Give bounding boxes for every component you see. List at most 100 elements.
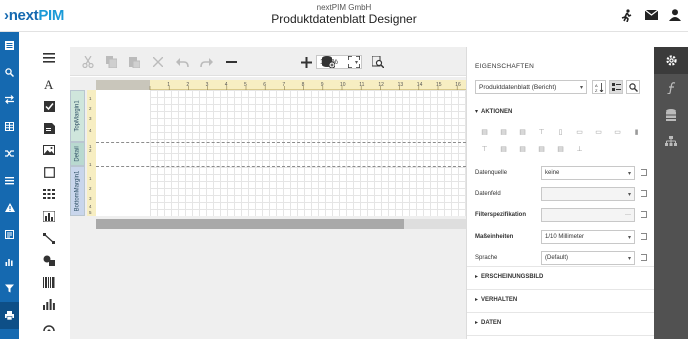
section-actions[interactable]: ▾ AKTIONEN bbox=[475, 108, 512, 115]
tool-shapes[interactable] bbox=[34, 249, 64, 271]
ruler-label: 6 bbox=[263, 82, 266, 88]
cut-button[interactable] bbox=[80, 54, 96, 70]
space-h-icon[interactable]: ▤ bbox=[494, 144, 513, 154]
sidebar-item-search[interactable] bbox=[0, 59, 19, 86]
ruler-label: 9 bbox=[321, 82, 324, 88]
sidebar-item-list[interactable] bbox=[0, 32, 19, 59]
tool-label[interactable]: A bbox=[34, 73, 64, 95]
size-width-icon[interactable]: ▭ bbox=[570, 127, 589, 137]
datasource-button[interactable] bbox=[320, 54, 336, 70]
rich-text-icon bbox=[43, 122, 55, 134]
search-icon bbox=[628, 82, 638, 92]
send-back-icon[interactable]: ⊥ bbox=[570, 144, 589, 154]
tool-table[interactable] bbox=[34, 183, 64, 205]
size-both-icon[interactable]: ▭ bbox=[608, 127, 627, 137]
sidebar-item-table[interactable] bbox=[0, 113, 19, 140]
undo-button[interactable] bbox=[174, 54, 190, 70]
warning-icon bbox=[4, 203, 15, 212]
center-h-icon[interactable]: ▤ bbox=[532, 144, 551, 154]
tool-barcode[interactable] bbox=[34, 271, 64, 293]
sidebar-item-chart[interactable] bbox=[0, 248, 19, 275]
tool-gauge[interactable] bbox=[34, 315, 64, 337]
paste-button[interactable] bbox=[126, 54, 142, 70]
delete-button[interactable] bbox=[150, 54, 166, 70]
redo-button[interactable] bbox=[198, 54, 214, 70]
chevron-right-icon: ▸ bbox=[475, 274, 479, 280]
band-detail[interactable]: Detail bbox=[70, 142, 85, 166]
sidebar-item-filter[interactable] bbox=[0, 275, 19, 302]
document-icon bbox=[5, 230, 14, 239]
tab-properties[interactable] bbox=[654, 47, 688, 74]
tool-line[interactable] bbox=[34, 227, 64, 249]
zoom-in-button[interactable] bbox=[298, 54, 314, 70]
ruler-label: 10 bbox=[340, 82, 346, 88]
fullscreen-button[interactable] bbox=[346, 54, 362, 70]
delete-icon[interactable]: ▮ bbox=[627, 127, 646, 137]
expression-icon[interactable] bbox=[641, 190, 647, 197]
size-height-icon[interactable]: ▭ bbox=[589, 127, 608, 137]
expression-icon[interactable] bbox=[641, 169, 647, 176]
vruler-ticks: 123412112345 bbox=[89, 96, 92, 215]
center-v-icon[interactable]: ▤ bbox=[551, 144, 570, 154]
band-bottom-margin[interactable]: BottomMargin1 bbox=[70, 166, 85, 216]
sidebar-item-print[interactable] bbox=[0, 302, 19, 329]
bring-front-icon[interactable]: ⊤ bbox=[475, 144, 494, 154]
tool-barchart[interactable] bbox=[34, 293, 64, 315]
vruler-label: 3 bbox=[89, 116, 92, 121]
ruler-label: 2 bbox=[186, 82, 189, 88]
chevron-right-icon: ▸ bbox=[475, 320, 479, 326]
expression-icon[interactable] bbox=[641, 254, 647, 261]
space-v-icon[interactable]: ▤ bbox=[513, 144, 532, 154]
scrollbar-thumb[interactable] bbox=[96, 219, 404, 229]
tool-chart[interactable] bbox=[34, 205, 64, 227]
preview-button[interactable] bbox=[370, 54, 386, 70]
property-field[interactable]: ▾ bbox=[541, 187, 635, 201]
band-separator[interactable] bbox=[96, 142, 466, 143]
fullscreen-icon bbox=[348, 56, 360, 68]
mail-icon[interactable] bbox=[644, 8, 658, 22]
tab-report-explorer[interactable] bbox=[654, 128, 688, 155]
section-appearance[interactable]: ▸ ERSCHEINUNGSBILD bbox=[475, 273, 543, 280]
sidebar-item-shuffle[interactable] bbox=[0, 140, 19, 167]
search-button[interactable] bbox=[626, 80, 640, 94]
property-field[interactable]: 1/10 Millimeter ▾ bbox=[541, 230, 635, 244]
section-behavior[interactable]: ▸ VERHALTEN bbox=[475, 296, 517, 303]
bar-chart-icon bbox=[5, 259, 13, 266]
align-left-icon[interactable]: ▤ bbox=[475, 127, 494, 137]
section-data[interactable]: ▸ DATEN bbox=[475, 319, 501, 326]
sidebar-item-document[interactable] bbox=[0, 221, 19, 248]
sidebar-item-menu[interactable] bbox=[0, 167, 19, 194]
expression-icon[interactable] bbox=[641, 233, 647, 240]
band-top-margin[interactable]: TopMargin1 bbox=[70, 90, 85, 142]
align-center-icon[interactable]: ▤ bbox=[494, 127, 513, 137]
align-top-icon[interactable]: ⊤ bbox=[532, 127, 551, 137]
ellipsis-icon[interactable]: ··· bbox=[625, 212, 631, 218]
property-field[interactable]: keine ▾ bbox=[541, 166, 635, 180]
align-right-icon[interactable]: ▤ bbox=[513, 127, 532, 137]
align-middle-icon[interactable]: ▯ bbox=[551, 127, 570, 137]
sidebar-item-warning[interactable] bbox=[0, 194, 19, 221]
tool-richtext[interactable] bbox=[34, 117, 64, 139]
toolbox-menu[interactable] bbox=[34, 47, 64, 69]
report-grid[interactable] bbox=[150, 90, 466, 216]
run-icon[interactable] bbox=[620, 8, 634, 22]
component-select[interactable]: Produktdatenblatt (Bericht) ▾ bbox=[475, 80, 587, 94]
tool-picture[interactable] bbox=[34, 139, 64, 161]
tab-fields[interactable] bbox=[654, 101, 688, 128]
copy-button[interactable] bbox=[103, 54, 119, 70]
user-icon[interactable] bbox=[668, 8, 682, 22]
zoom-out-button[interactable] bbox=[223, 54, 239, 70]
tab-expressions[interactable] bbox=[654, 74, 688, 101]
section-title: DATEN bbox=[481, 320, 502, 326]
tool-checkbox[interactable] bbox=[34, 95, 64, 117]
expression-icon[interactable] bbox=[641, 211, 647, 218]
categorize-button[interactable] bbox=[609, 80, 623, 94]
tool-shape[interactable] bbox=[34, 161, 64, 183]
band-separator[interactable] bbox=[96, 166, 466, 167]
horizontal-scrollbar[interactable] bbox=[96, 219, 466, 229]
property-field[interactable]: ··· bbox=[541, 208, 635, 222]
sort-button[interactable]: AZ bbox=[592, 80, 606, 94]
bar-chart-icon bbox=[43, 298, 55, 310]
sidebar-item-swap[interactable] bbox=[0, 86, 19, 113]
property-field[interactable]: (Default) ▾ bbox=[541, 251, 635, 265]
